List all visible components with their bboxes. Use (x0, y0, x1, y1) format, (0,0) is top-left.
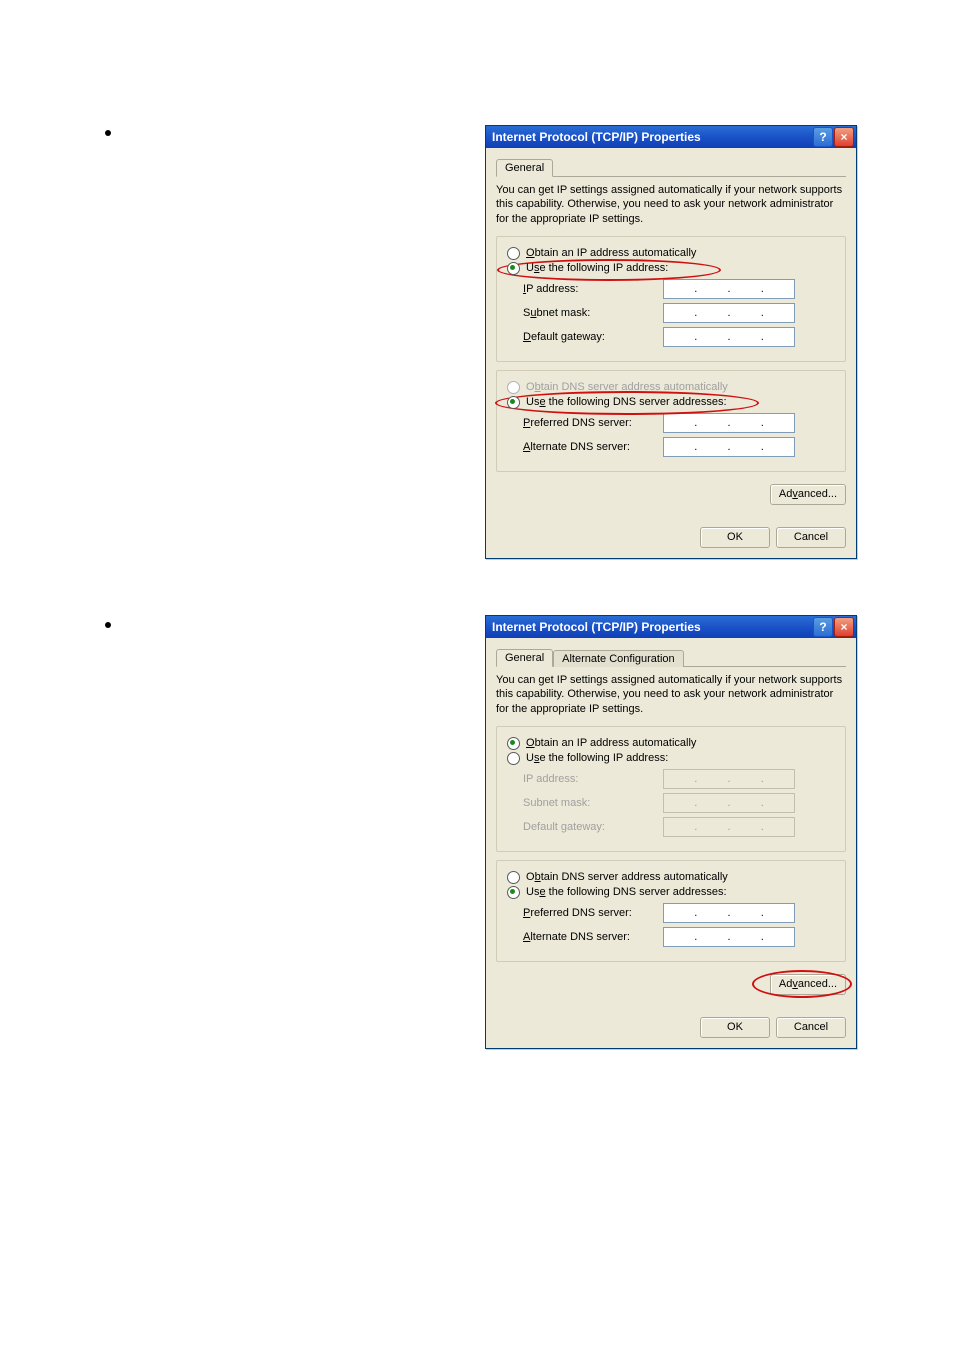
preferred-dns-label: Preferred DNS server: (523, 417, 663, 429)
radio-use-dns-label: Use the following DNS server addresses: (526, 396, 727, 408)
radio-obtain-ip-auto[interactable] (507, 247, 520, 260)
radio-obtain-ip-auto-label: Obtain an IP address automatically (526, 737, 696, 749)
help-button[interactable]: ? (813, 127, 833, 147)
dialog-content: General You can get IP settings assigned… (486, 148, 856, 521)
advanced-button[interactable]: Advanced... (770, 974, 846, 995)
radio-use-ip-label: Use the following IP address: (526, 262, 668, 274)
alternate-dns-row: Alternate DNS server: ... (523, 927, 835, 947)
alternate-dns-label: Alternate DNS server: (523, 931, 663, 943)
tabstrip: General Alternate Configuration (496, 644, 846, 667)
ok-button[interactable]: OK (700, 1017, 770, 1038)
default-gateway-label: Default gateway: (523, 331, 663, 343)
intro-text: You can get IP settings assigned automat… (496, 183, 846, 226)
titlebar-buttons: ? × (813, 127, 854, 147)
ip-address-row: IP address: ... (523, 769, 835, 789)
preferred-dns-row: Preferred DNS server: ... (523, 903, 835, 923)
tab-alternate-configuration[interactable]: Alternate Configuration (553, 650, 684, 667)
titlebar-text: Internet Protocol (TCP/IP) Properties (492, 130, 813, 144)
radio-obtain-dns-auto[interactable] (507, 871, 520, 884)
subnet-mask-input: ... (663, 793, 795, 813)
cancel-button[interactable]: Cancel (776, 527, 846, 548)
alternate-dns-row: Alternate DNS server: ... (523, 437, 835, 457)
preferred-dns-input[interactable]: ... (663, 903, 795, 923)
dialog-tcpip-properties-2: Internet Protocol (TCP/IP) Properties ? … (485, 615, 857, 1049)
tab-general[interactable]: General (496, 649, 553, 667)
subnet-mask-input[interactable]: ... (663, 303, 795, 323)
radio-obtain-dns-auto (507, 381, 520, 394)
bullet-2 (105, 622, 111, 628)
ip-address-row: IP address: ... (523, 279, 835, 299)
dialog-buttons: OK Cancel (486, 521, 856, 558)
help-icon: ? (819, 620, 826, 634)
radio-use-ip-label: Use the following IP address: (526, 752, 668, 764)
radio-obtain-ip-auto-row[interactable]: Obtain an IP address automatically (507, 247, 835, 260)
ok-button[interactable]: OK (700, 527, 770, 548)
radio-obtain-ip-auto-row[interactable]: Obtain an IP address automatically (507, 737, 835, 750)
titlebar: Internet Protocol (TCP/IP) Properties ? … (486, 126, 856, 148)
radio-obtain-dns-auto-row[interactable]: Obtain DNS server address automatically (507, 871, 835, 884)
radio-obtain-dns-auto-row: Obtain DNS server address automatically (507, 381, 835, 394)
dialog-tcpip-properties-1: Internet Protocol (TCP/IP) Properties ? … (485, 125, 857, 559)
ip-group: Obtain an IP address automatically Use t… (496, 726, 846, 852)
preferred-dns-row: Preferred DNS server: ... (523, 413, 835, 433)
subnet-mask-row: Subnet mask: ... (523, 303, 835, 323)
radio-use-dns[interactable] (507, 886, 520, 899)
alternate-dns-input[interactable]: ... (663, 437, 795, 457)
radio-obtain-dns-auto-label: Obtain DNS server address automatically (526, 871, 728, 883)
radio-use-dns-row[interactable]: Use the following DNS server addresses: (507, 886, 835, 899)
close-button[interactable]: × (834, 127, 854, 147)
preferred-dns-label: Preferred DNS server: (523, 907, 663, 919)
radio-use-ip[interactable] (507, 752, 520, 765)
radio-use-ip-row[interactable]: Use the following IP address: (507, 262, 835, 275)
subnet-mask-label: Subnet mask: (523, 797, 663, 809)
default-gateway-label: Default gateway: (523, 821, 663, 833)
radio-obtain-ip-auto[interactable] (507, 737, 520, 750)
advanced-row: Advanced... (496, 480, 846, 511)
tabstrip: General (496, 154, 846, 177)
close-icon: × (840, 130, 847, 144)
cancel-button[interactable]: Cancel (776, 1017, 846, 1038)
titlebar-buttons: ? × (813, 617, 854, 637)
default-gateway-input[interactable]: ... (663, 327, 795, 347)
dns-group: Obtain DNS server address automatically … (496, 860, 846, 962)
titlebar-text: Internet Protocol (TCP/IP) Properties (492, 620, 813, 634)
advanced-row: Advanced... (496, 970, 846, 1001)
radio-use-ip-row[interactable]: Use the following IP address: (507, 752, 835, 765)
help-button[interactable]: ? (813, 617, 833, 637)
ip-address-input: ... (663, 769, 795, 789)
close-icon: × (840, 620, 847, 634)
preferred-dns-input[interactable]: ... (663, 413, 795, 433)
ip-group: Obtain an IP address automatically Use t… (496, 236, 846, 362)
ip-address-input[interactable]: ... (663, 279, 795, 299)
alternate-dns-label: Alternate DNS server: (523, 441, 663, 453)
default-gateway-input: ... (663, 817, 795, 837)
default-gateway-row: Default gateway: ... (523, 817, 835, 837)
bullet-1 (105, 130, 111, 136)
close-button[interactable]: × (834, 617, 854, 637)
alternate-dns-input[interactable]: ... (663, 927, 795, 947)
dialog-content: General Alternate Configuration You can … (486, 638, 856, 1011)
subnet-mask-label: Subnet mask: (523, 307, 663, 319)
radio-use-dns-row[interactable]: Use the following DNS server addresses: (507, 396, 835, 409)
subnet-mask-row: Subnet mask: ... (523, 793, 835, 813)
advanced-button[interactable]: Advanced... (770, 484, 846, 505)
radio-obtain-ip-auto-label: Obtain an IP address automatically (526, 247, 696, 259)
radio-obtain-dns-auto-label: Obtain DNS server address automatically (526, 381, 728, 393)
help-icon: ? (819, 130, 826, 144)
radio-use-dns[interactable] (507, 396, 520, 409)
radio-use-ip[interactable] (507, 262, 520, 275)
radio-use-dns-label: Use the following DNS server addresses: (526, 886, 727, 898)
intro-text: You can get IP settings assigned automat… (496, 673, 846, 716)
dns-group: Obtain DNS server address automatically … (496, 370, 846, 472)
titlebar: Internet Protocol (TCP/IP) Properties ? … (486, 616, 856, 638)
ip-address-label: IP address: (523, 773, 663, 785)
ip-address-label: IP address: (523, 283, 663, 295)
dialog-buttons: OK Cancel (486, 1011, 856, 1048)
default-gateway-row: Default gateway: ... (523, 327, 835, 347)
tab-general[interactable]: General (496, 159, 553, 177)
